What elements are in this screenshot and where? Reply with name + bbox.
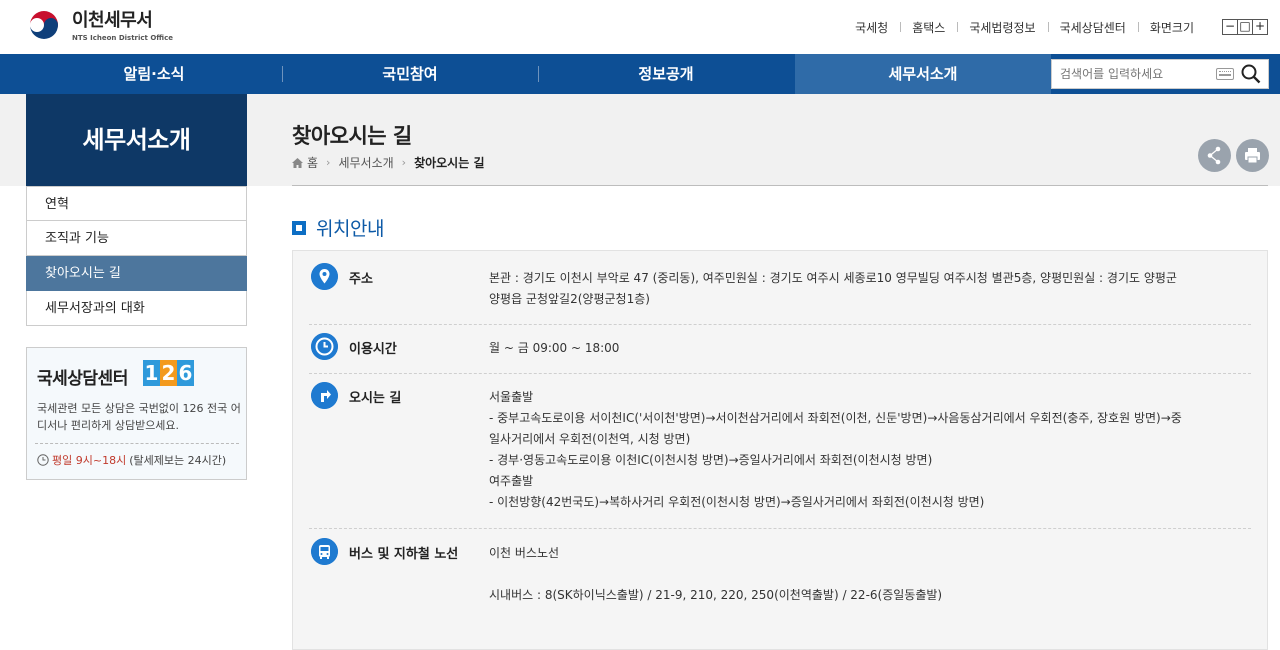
row-value: 서울출발 - 중부고속도로이용 서이천IC('서이천'방면)→서이천삼거리에서 … [489, 387, 1249, 513]
value-line: 월 ~ 금 09:00 ~ 18:00 [489, 341, 620, 355]
call-hours-weekday: 평일 9시~18시 [52, 454, 127, 467]
call-center-hours: 평일 9시~18시 (탈세제보는 24시간) [37, 452, 226, 468]
row-value: 이천 버스노선 시내버스 : 8(SK하이닉스출발) / 21-9, 210, … [489, 543, 1249, 606]
chevron-right-icon: › [326, 156, 331, 169]
chevron-right-icon: › [401, 156, 407, 169]
zoom-out-button[interactable]: − [1222, 19, 1238, 35]
call-hours-note: (탈세제보는 24시간) [129, 454, 227, 467]
direction-sign-icon [311, 382, 338, 409]
call-center-description: 국세관련 모든 상담은 국번없이 126 전국 어디서나 편리하게 상담받으세요… [37, 402, 241, 432]
location-pin-icon [311, 263, 338, 290]
call-center-title: 국세상담센터 [37, 369, 128, 389]
gnb-disclosure[interactable]: 정보공개 [538, 54, 794, 94]
bus-icon [311, 538, 338, 565]
taegeuk-logo-icon [27, 10, 61, 44]
print-icon [1245, 148, 1260, 164]
screen-size-label: 화면크기 [1137, 19, 1206, 36]
value-line: 여주출발 [489, 474, 534, 488]
logo-title: 이천세무서 [72, 10, 153, 31]
row-label: 주소 [349, 272, 373, 287]
value-line [489, 564, 1249, 585]
value-line: - 경부·영동고속도로이용 이천IC(이천시청 방면)→증일사거리에서 좌회전(… [489, 453, 933, 467]
link-counsel-center[interactable]: 국세상담센터 [1047, 19, 1138, 36]
breadcrumb-office-intro[interactable]: 세무서소개 [338, 154, 393, 171]
call-number-digit: 1 [143, 360, 160, 386]
link-law-info[interactable]: 국세법령정보 [957, 19, 1047, 36]
location-info-box: 주소 본관 : 경기도 이천시 부악로 47 (중리동), 여주민원실 : 경기… [292, 250, 1268, 650]
call-number-digit: 6 [177, 360, 194, 386]
zoom-reset-button[interactable]: □ [1237, 19, 1253, 35]
breadcrumb-home[interactable]: 홈 [307, 154, 318, 171]
value-line: 시내버스 : 8(SK하이닉스출발) / 21-9, 210, 220, 250… [489, 588, 943, 602]
lnb-item-directions[interactable]: 찾아오시는 길 [26, 256, 247, 291]
utility-links: 국세청 홈택스 국세법령정보 국세상담센터 화면크기 [843, 19, 1206, 36]
row-label: 이용시간 [349, 342, 397, 357]
search-box [1051, 59, 1269, 89]
call-center-banner[interactable]: 국세상담센터 1 2 6 국세관련 모든 상담은 국번없이 126 전국 어디서… [26, 347, 247, 480]
clock-icon [37, 454, 49, 466]
value-line: 일사거리에서 우회전(이천역, 시청 방면) [489, 432, 691, 446]
value-line: 본관 : 경기도 이천시 부악로 47 (중리동), 여주민원실 : 경기도 여… [489, 271, 1177, 285]
row-divider [309, 528, 1251, 529]
gnb-news[interactable]: 알림·소식 [26, 54, 282, 94]
row-label: 오시는 길 [349, 391, 402, 406]
gnb-participation[interactable]: 국민참여 [282, 54, 538, 94]
row-divider [309, 324, 1251, 325]
search-input[interactable] [1060, 65, 1210, 83]
value-line: 서울출발 [489, 390, 534, 404]
logo-subtitle: NTS Icheon District Office [72, 34, 173, 42]
row-divider [309, 373, 1251, 374]
side-navigation: 연혁 조직과 기능 찾아오시는 길 세무서장과의 대화 [26, 186, 247, 326]
keyboard-icon[interactable] [1216, 68, 1234, 80]
value-line: - 중부고속도로이용 서이천IC('서이천'방면)→서이천삼거리에서 좌회전(이… [489, 411, 1182, 425]
page-title: 찾아오시는 길 [292, 124, 412, 148]
lnb-item-director-talk[interactable]: 세무서장과의 대화 [26, 291, 247, 326]
value-line: 양평읍 군청앞길2(양평군청1층) [489, 292, 650, 306]
link-nts[interactable]: 국세청 [843, 19, 900, 36]
zoom-in-button[interactable]: + [1252, 19, 1268, 35]
title-divider [292, 185, 1268, 186]
search-icon[interactable] [1241, 64, 1261, 84]
call-center-number: 1 2 6 [143, 360, 194, 386]
row-value: 월 ~ 금 09:00 ~ 18:00 [489, 338, 1249, 359]
value-line: 이천 버스노선 [489, 546, 560, 560]
row-label: 버스 및 지하철 노선 [349, 547, 459, 562]
section-heading: 위치안내 [292, 214, 384, 241]
site-logo[interactable]: 이천세무서 NTS Icheon District Office [26, 9, 173, 45]
home-icon [292, 157, 303, 168]
top-header: 이천세무서 NTS Icheon District Office 국세청 홈택스… [0, 0, 1280, 54]
square-bullet-icon [292, 220, 306, 235]
lnb-item-organization[interactable]: 조직과 기능 [26, 221, 247, 256]
breadcrumb: 홈 › 세무서소개 › 찾아오시는 길 [292, 154, 492, 171]
clock-icon [311, 333, 338, 360]
divider [35, 443, 239, 444]
breadcrumb-current: 찾아오시는 길 [414, 156, 485, 170]
lnb-title: 세무서소개 [26, 94, 247, 186]
share-icon [1207, 146, 1221, 165]
link-hometax[interactable]: 홈택스 [900, 19, 957, 36]
share-button[interactable] [1198, 139, 1231, 172]
value-line: - 이천방향(42번국도)→복하사거리 우회전(이천시청 방면)→증일사거리에서… [489, 495, 985, 509]
call-number-digit: 2 [160, 360, 177, 386]
row-value: 본관 : 경기도 이천시 부악로 47 (중리동), 여주민원실 : 경기도 여… [489, 268, 1249, 310]
lnb-item-history[interactable]: 연혁 [26, 186, 247, 221]
gnb-office-intro[interactable]: 세무서소개 [795, 54, 1051, 94]
section-title: 위치안내 [316, 218, 384, 240]
zoom-controls: − □ + [1222, 19, 1268, 35]
print-button[interactable] [1236, 139, 1269, 172]
